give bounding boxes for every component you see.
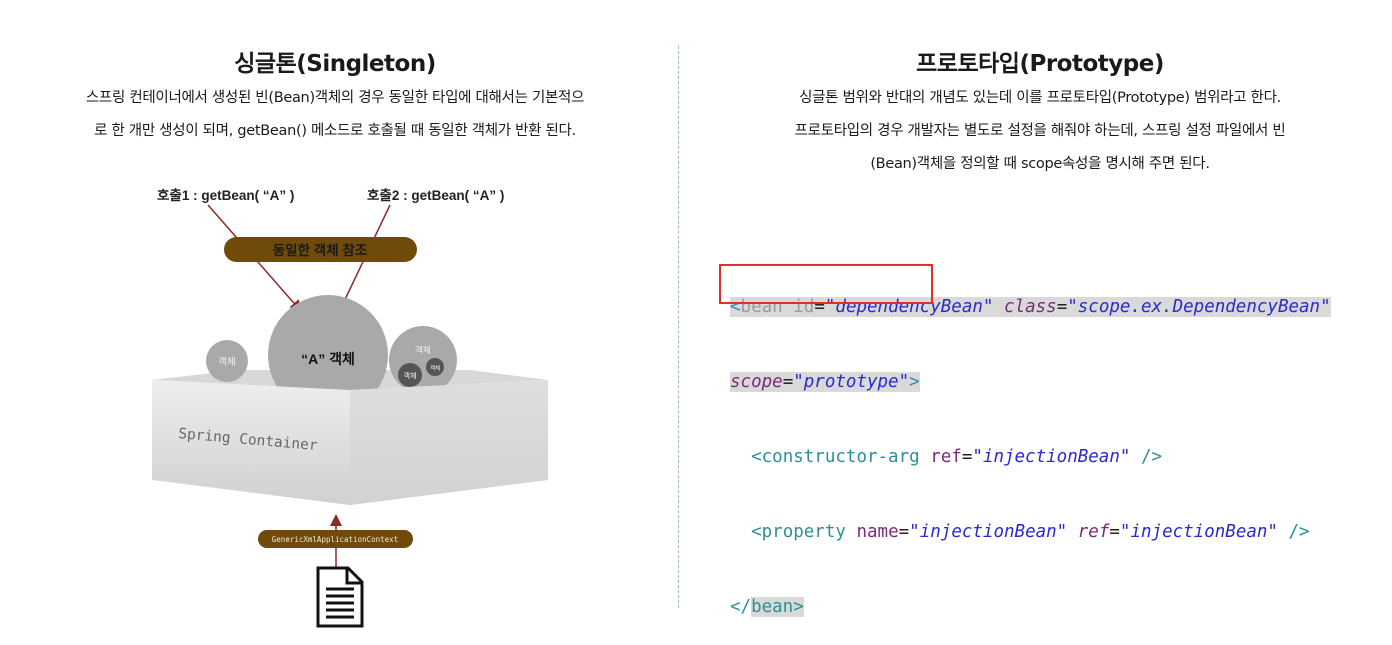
code-val-name: "injectionBean" [909, 522, 1068, 542]
code-line-3: <constructor-arg ref="injectionBean" /> [730, 445, 1331, 470]
code-bracket: > [793, 597, 804, 617]
code-val-ref: "injectionBean" [972, 447, 1131, 467]
prototype-title: 프로토타입(Prototype) [916, 51, 1164, 77]
object-right-top-label: 객체 [415, 345, 431, 355]
prototype-desc-line-3: (Bean)객체을 정의할 때 scope속성을 명시해 주면 된다. [870, 156, 1210, 172]
code-line-4: <property name="injectionBean" ref="inje… [730, 520, 1331, 545]
call-2-label: 호출2 : getBean( “A” ) [367, 187, 504, 203]
code-eq: = [782, 372, 794, 392]
singleton-desc-line-2: 로 한 개만 생성이 되며, getBean() 메소드로 호출될 때 동일한 … [94, 123, 576, 139]
code-self-close: /> [1288, 522, 1310, 542]
prototype-desc-line-2: 프로토타입의 경우 개발자는 별도로 설정을 해줘야 하는데, 스프링 설정 파… [794, 123, 1286, 139]
object-small-left-label: 객체 [218, 357, 235, 368]
code-tag-bean-close: bean [751, 597, 794, 617]
code-attr-class: class [1004, 297, 1057, 317]
code-eq: = [961, 447, 973, 467]
code-val-class: "scope.ex.DependencyBean" [1067, 297, 1331, 317]
object-right-b-label: 객체 [430, 364, 440, 372]
prototype-desc-line-1: 싱글톤 범위와 반대의 개념도 있는데 이를 프로토타입(Prototype) … [799, 90, 1281, 106]
singleton-title: 싱글톤(Singleton) [234, 51, 436, 77]
code-attr-name: name [856, 522, 899, 542]
code-attr-ref: ref [930, 447, 962, 467]
call-1-label: 호출1 : getBean( “A” ) [157, 187, 294, 203]
code-attr-scope: scope [730, 372, 783, 392]
code-bracket: < [751, 447, 762, 467]
code-tag-constructor-arg: constructor-arg [761, 447, 920, 467]
document-icon [316, 566, 364, 628]
code-line-5: </bean> [730, 595, 1331, 620]
singleton-diagram: 호출1 : getBean( “A” ) 호출2 : getBean( “A” … [152, 187, 548, 628]
code-bracket: < [751, 522, 762, 542]
object-right-cluster [389, 326, 457, 394]
scope-highlight-box [719, 264, 933, 304]
code-attr-ref: ref [1077, 522, 1110, 542]
object-right-a-label: 객체 [404, 371, 417, 380]
singleton-desc-line-1: 스프링 컨테이너에서 생성된 빈(Bean)객체의 경우 동일한 타입에 대해서… [85, 90, 585, 106]
code-eq: = [1056, 297, 1068, 317]
bean-xml-code: <bean id="dependencyBean" class="scope.e… [730, 245, 1331, 645]
code-tag-property: property [761, 522, 846, 542]
code-line-2: scope="prototype"> [730, 370, 1331, 395]
code-val-ref: "injectionBean" [1119, 522, 1278, 542]
container-box-right-face [350, 380, 548, 505]
singleton-description: 스프링 컨테이너에서 생성된 빈(Bean)객체의 경우 동일한 타입에 대해서… [10, 82, 660, 148]
code-self-close: /> [1140, 447, 1163, 467]
main-object-label: “A” 객체 [301, 351, 355, 367]
same-reference-banner-label: 동일한 객체 참조 [273, 242, 368, 258]
context-label: GenericXmlApplicationContext [272, 535, 398, 544]
code-val-scope: "prototype" [793, 372, 910, 392]
column-divider [678, 46, 679, 608]
code-eq: = [898, 522, 910, 542]
prototype-description: 싱글톤 범위와 반대의 개념도 있는데 이를 프로토타입(Prototype) … [705, 82, 1375, 181]
code-bracket: > [909, 372, 920, 392]
code-end-bracket: </ [730, 597, 752, 617]
code-eq: = [1109, 522, 1120, 542]
